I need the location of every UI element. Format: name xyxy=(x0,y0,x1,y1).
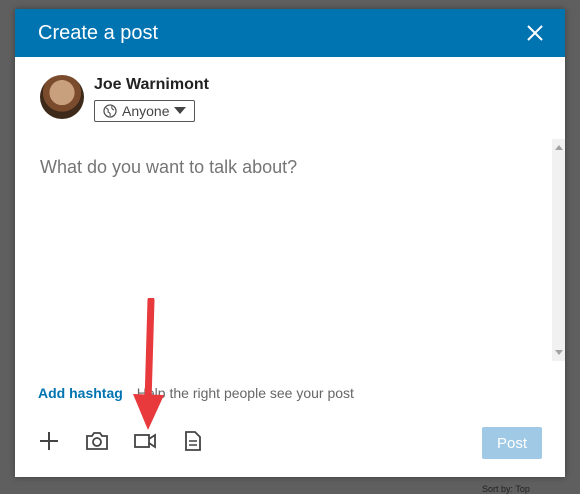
add-hashtag-link[interactable]: Add hashtag xyxy=(38,385,123,401)
dialog-header: Create a post xyxy=(15,9,565,57)
camera-icon xyxy=(86,432,108,450)
annotation-arrow-icon xyxy=(133,298,164,430)
scroll-down-icon[interactable] xyxy=(555,350,563,355)
post-editor xyxy=(15,139,565,361)
post-text-input[interactable] xyxy=(38,156,532,179)
add-document-button[interactable] xyxy=(181,429,205,453)
caret-down-icon xyxy=(174,107,187,114)
author-name: Joe Warnimont xyxy=(94,76,209,93)
sort-text: Sort by: Top xyxy=(482,484,530,494)
add-photo-button[interactable] xyxy=(85,429,109,453)
editor-scrollbar[interactable] xyxy=(552,139,565,361)
globe-icon xyxy=(103,104,117,118)
hashtag-row: Add hashtag Help the right people see yo… xyxy=(38,385,354,401)
plus-icon xyxy=(40,432,58,450)
audience-label: Anyone xyxy=(122,103,170,119)
author-section: Joe Warnimont Anyone xyxy=(15,57,565,123)
close-button[interactable] xyxy=(521,19,549,47)
post-toolbar xyxy=(37,429,205,453)
post-button[interactable]: Post xyxy=(482,427,542,459)
add-content-button[interactable] xyxy=(37,429,61,453)
create-post-dialog: Create a post Joe Warnimont Anyone What … xyxy=(15,9,565,477)
avatar xyxy=(40,75,84,119)
audience-selector[interactable]: Anyone xyxy=(94,100,196,122)
author-info: Joe Warnimont Anyone xyxy=(94,75,209,123)
scroll-up-icon[interactable] xyxy=(555,145,563,150)
document-icon xyxy=(185,431,201,451)
dialog-title: Create a post xyxy=(38,21,159,44)
close-icon xyxy=(527,25,543,41)
